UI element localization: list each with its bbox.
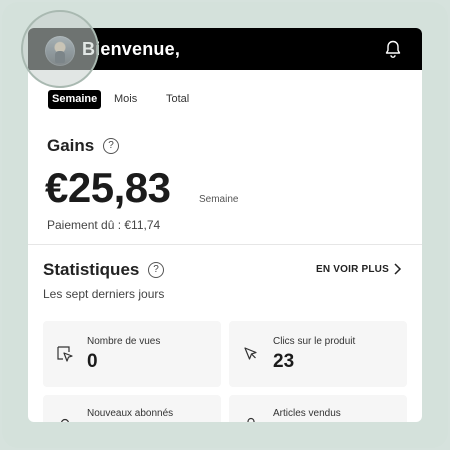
stat-tile-views[interactable]: Nombre de vues 0 <box>43 321 221 387</box>
stats-help-icon[interactable]: ? <box>148 262 164 278</box>
stat-tile-sold[interactable]: Articles vendus <box>229 395 407 422</box>
stats-title: Statistiques <box>43 260 140 279</box>
stat-label: Nouveaux abonnés <box>87 408 174 419</box>
avatar-focus-ring <box>21 10 99 88</box>
tab-semaine[interactable]: Semaine <box>48 90 102 109</box>
earnings-amount: €25,83 <box>45 164 171 211</box>
stat-value: 23 <box>273 351 295 372</box>
dashboard-card: Bienvenue, Semaine Mois Total Gains ? €2… <box>28 28 422 422</box>
section-divider <box>28 244 422 245</box>
bag-icon <box>247 417 255 422</box>
stat-label: Articles vendus <box>273 408 341 419</box>
stat-tile-followers[interactable]: Nouveaux abonnés <box>43 395 221 422</box>
payment-due: Paiement dû : €11,74 <box>47 218 161 232</box>
see-more-link[interactable]: EN VOIR PLUS <box>316 264 389 275</box>
cursor-icon <box>244 347 257 360</box>
stat-value: 0 <box>87 351 98 372</box>
stat-label: Nombre de vues <box>87 336 161 347</box>
stat-label: Clics sur le produit <box>273 336 356 347</box>
chevron-right-icon[interactable] <box>392 262 402 276</box>
tab-mois[interactable]: Mois <box>114 90 137 109</box>
earnings-period: Semaine <box>199 194 239 205</box>
earnings-help-icon[interactable]: ? <box>103 138 119 154</box>
cursor-square-icon <box>57 346 73 362</box>
tab-total[interactable]: Total <box>166 90 189 109</box>
earnings-title: Gains <box>47 136 95 155</box>
bell-icon[interactable] <box>383 39 403 59</box>
stat-tile-clicks[interactable]: Clics sur le produit 23 <box>229 321 407 387</box>
stats-subtitle: Les sept derniers jours <box>43 287 165 301</box>
user-icon <box>61 418 69 422</box>
